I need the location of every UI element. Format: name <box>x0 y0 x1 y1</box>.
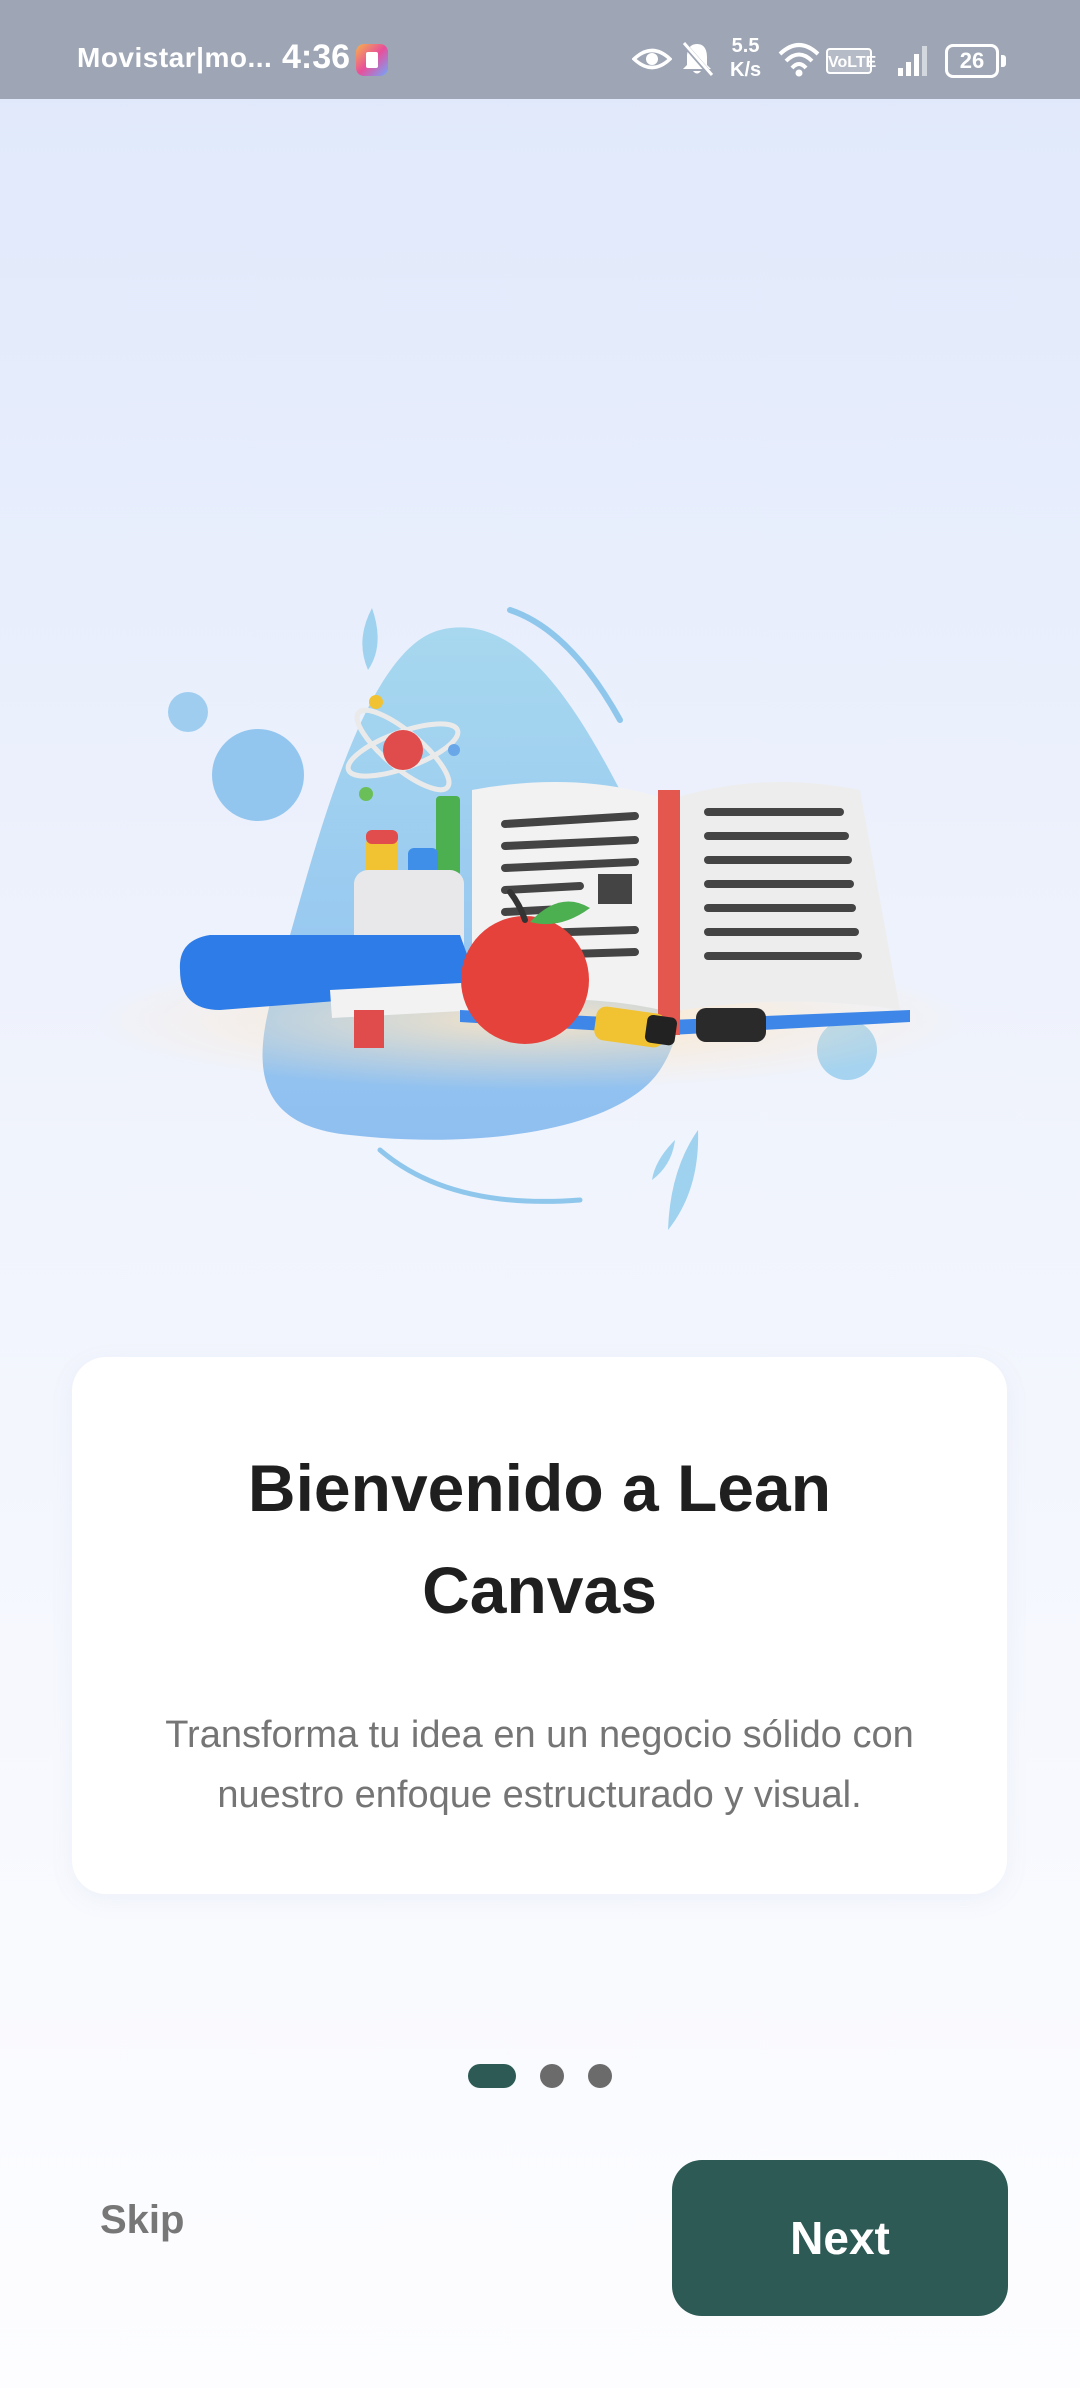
network-speed-unit: K/s <box>730 59 762 81</box>
books-apple-atom-illustration <box>100 607 970 1230</box>
onboarding-title: Bienvenido a Lean Canvas <box>247 1451 832 1627</box>
signal-icon <box>898 46 927 76</box>
network-speed-value: 5.5 <box>731 35 760 57</box>
status-time: 4:36 <box>282 38 351 76</box>
eye-icon <box>632 48 672 70</box>
status-bar: Movistar|mo... 4:36 5.5 K/s VoLTE 26 <box>0 0 1080 99</box>
page-indicator <box>0 2064 1080 2090</box>
bell-muted-icon <box>681 41 714 77</box>
page-dot-1 <box>468 2064 516 2088</box>
page-dot-3 <box>588 2064 612 2088</box>
onboarding-card: Bienvenido a Lean Canvas Transforma tu i… <box>72 1357 1007 1894</box>
skip-button[interactable]: Skip <box>100 2180 240 2260</box>
app-notification-icon <box>356 44 388 76</box>
next-button[interactable]: Next <box>672 2160 1008 2316</box>
volte-icon: VoLTE <box>826 48 876 74</box>
wifi-icon <box>778 43 820 77</box>
network-speed: 5.5 K/s <box>730 34 761 82</box>
carrier-name: Movistar|mo... <box>77 42 273 73</box>
battery-icon: 26 <box>945 44 1006 78</box>
onboarding-subtitle: Transforma tu idea en un negocio sólido … <box>165 1714 914 1816</box>
page-dot-2 <box>540 2064 564 2088</box>
